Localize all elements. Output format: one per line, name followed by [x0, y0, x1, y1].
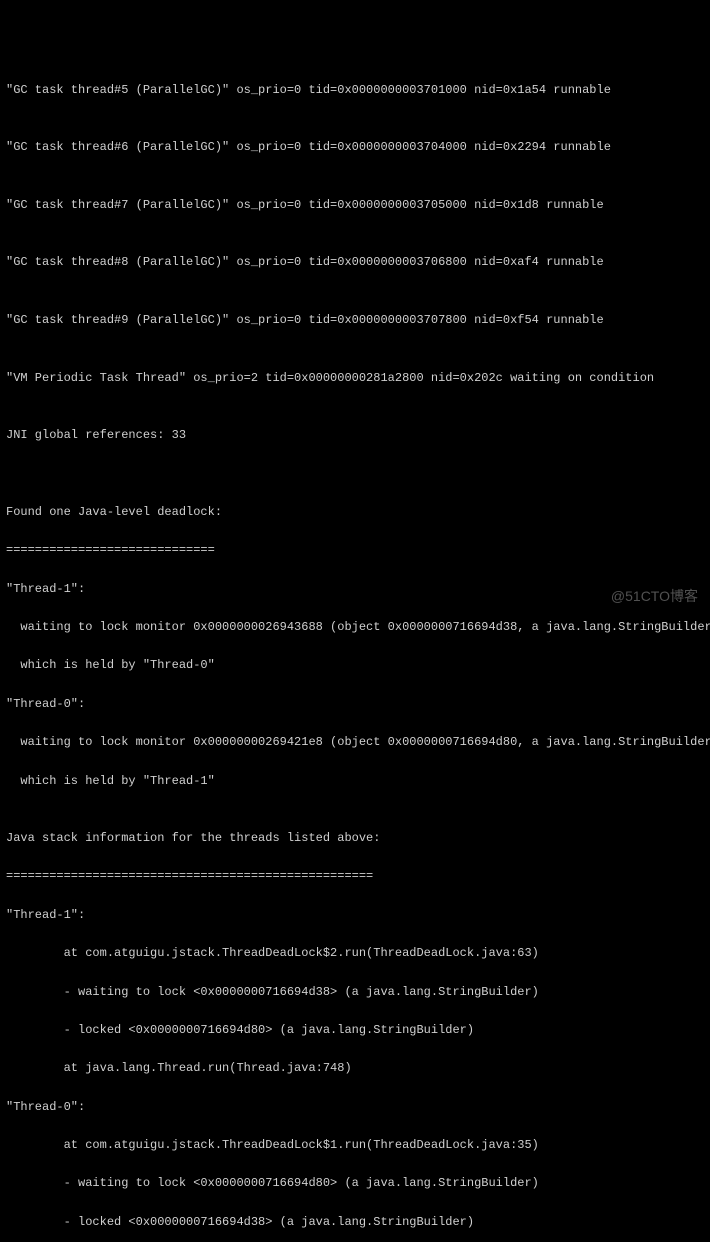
terminal-line: "GC task thread#9 (ParallelGC)" os_prio=… [6, 311, 704, 330]
separator: ============================= [6, 541, 704, 560]
thread-label: "Thread-1": [6, 906, 704, 925]
stack-frame: - locked <0x0000000716694d38> (a java.la… [6, 1213, 704, 1232]
separator: ========================================… [6, 867, 704, 886]
thread-label: "Thread-1": [6, 580, 704, 599]
stack-frame: at com.atguigu.jstack.ThreadDeadLock$1.r… [6, 1136, 704, 1155]
stack-frame: at com.atguigu.jstack.ThreadDeadLock$2.r… [6, 944, 704, 963]
terminal-line: "GC task thread#5 (ParallelGC)" os_prio=… [6, 81, 704, 100]
terminal-line: waiting to lock monitor 0x00000000269421… [6, 733, 704, 752]
stack-frame: - locked <0x0000000716694d80> (a java.la… [6, 1021, 704, 1040]
terminal-line: "GC task thread#6 (ParallelGC)" os_prio=… [6, 138, 704, 157]
terminal-line: which is held by "Thread-1" [6, 772, 704, 791]
deadlock-header: Found one Java-level deadlock: [6, 503, 704, 522]
stack-frame: at java.lang.Thread.run(Thread.java:748) [6, 1059, 704, 1078]
stack-frame: - waiting to lock <0x0000000716694d38> (… [6, 983, 704, 1002]
terminal-line: "GC task thread#7 (ParallelGC)" os_prio=… [6, 196, 704, 215]
terminal-line: "GC task thread#8 (ParallelGC)" os_prio=… [6, 253, 704, 272]
thread-label: "Thread-0": [6, 695, 704, 714]
terminal-line: "VM Periodic Task Thread" os_prio=2 tid=… [6, 369, 704, 388]
terminal-line: JNI global references: 33 [6, 426, 704, 445]
stack-info-header: Java stack information for the threads l… [6, 829, 704, 848]
terminal-line: which is held by "Thread-0" [6, 656, 704, 675]
thread-label: "Thread-0": [6, 1098, 704, 1117]
stack-frame: - waiting to lock <0x0000000716694d80> (… [6, 1174, 704, 1193]
